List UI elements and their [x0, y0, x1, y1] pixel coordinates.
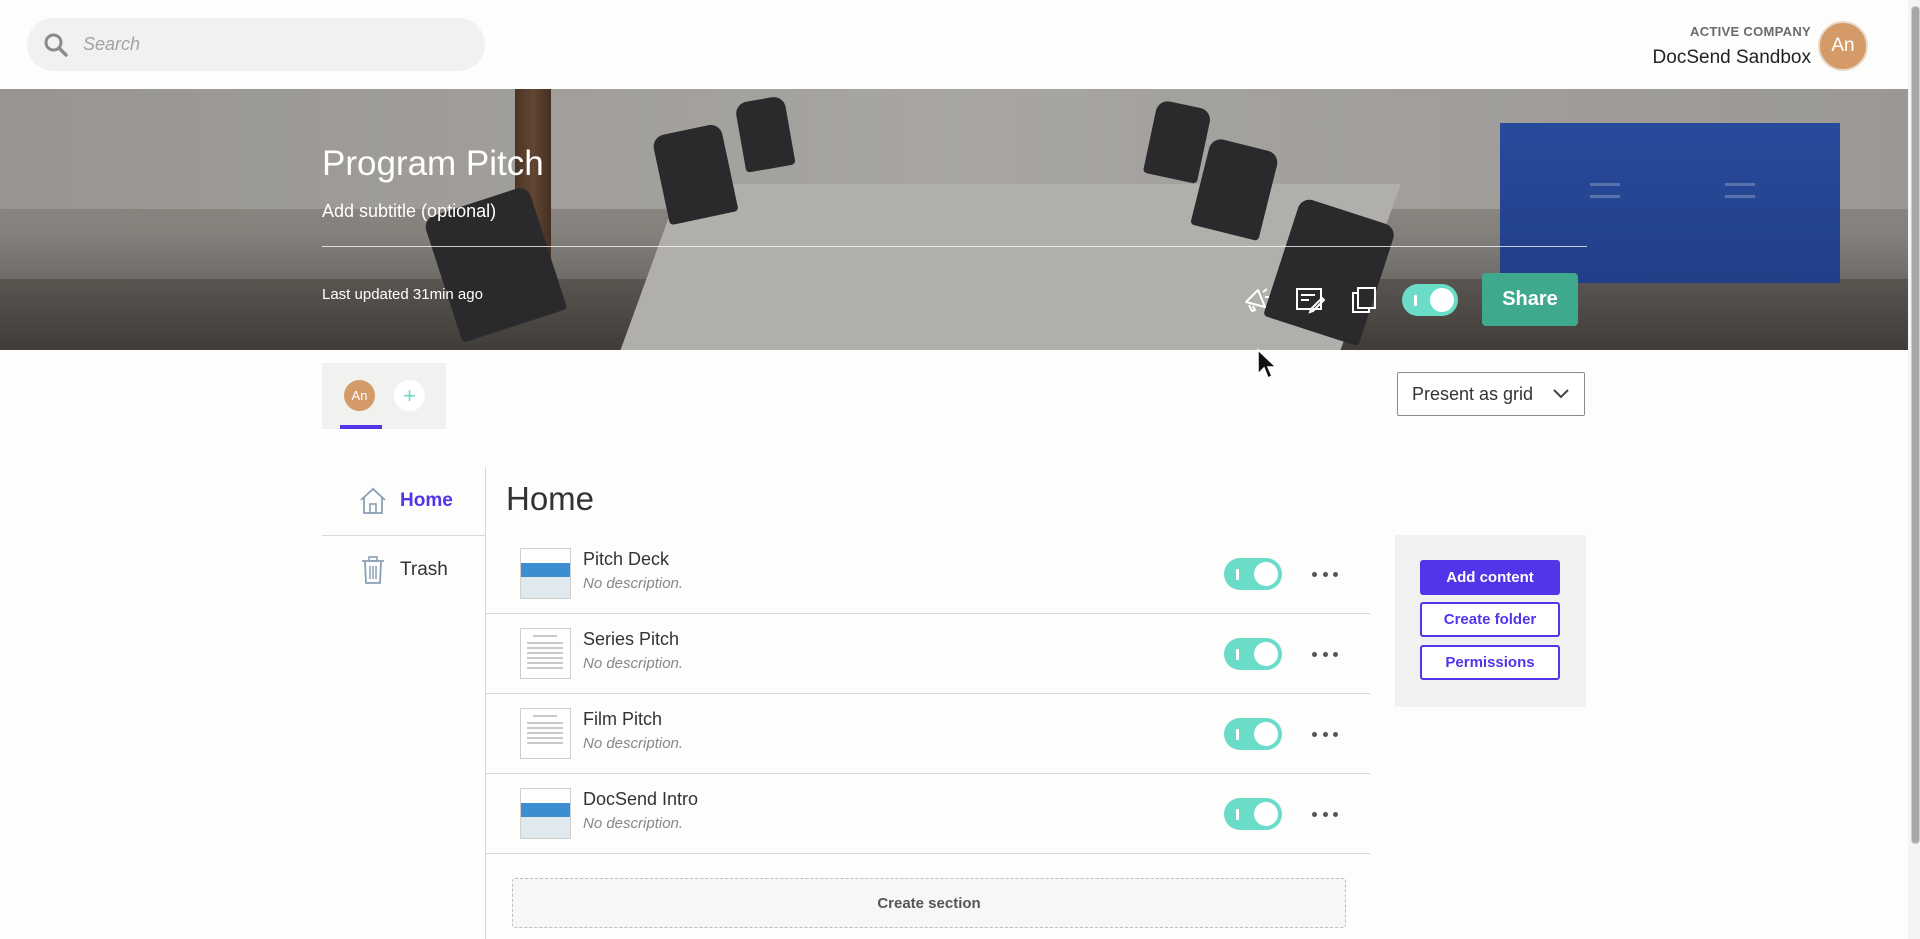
document-description: No description. — [583, 575, 684, 592]
page-scrollbar[interactable] — [1908, 0, 1920, 939]
document-row[interactable]: DocSend Intro No description. — [486, 774, 1370, 854]
document-description: No description. — [583, 655, 684, 672]
search-box[interactable]: Search — [27, 18, 485, 71]
title-divider — [322, 246, 1587, 247]
megaphone-icon[interactable] — [1240, 284, 1272, 316]
share-button[interactable]: Share — [1482, 273, 1578, 326]
document-row[interactable]: Film Pitch No description. — [486, 694, 1370, 774]
document-name[interactable]: DocSend Intro — [583, 789, 698, 810]
hero-overlay — [0, 89, 1908, 350]
section-title: Home — [506, 480, 595, 517]
nav-item-label: Trash — [400, 559, 448, 580]
more-options-icon[interactable] — [1312, 802, 1338, 826]
present-mode-value: Present as grid — [1412, 383, 1534, 404]
document-name[interactable]: Series Pitch — [583, 629, 679, 650]
home-icon — [360, 487, 386, 514]
hero-banner: Program Pitch Add subtitle (optional) La… — [0, 89, 1908, 350]
active-company[interactable]: ACTIVE COMPANY DocSend Sandbox — [1653, 24, 1811, 69]
active-collaborator-indicator — [340, 425, 382, 429]
active-company-label: ACTIVE COMPANY — [1690, 24, 1811, 39]
hero-toolbar: Share — [1240, 273, 1578, 326]
search-input[interactable]: Search — [83, 34, 140, 55]
document-enabled-toggle[interactable] — [1224, 638, 1282, 670]
document-thumbnail — [520, 548, 571, 599]
page-title[interactable]: Program Pitch — [322, 144, 544, 184]
top-bar: Search ACTIVE COMPANY DocSend Sandbox An — [0, 0, 1920, 89]
nav-item-trash[interactable]: Trash — [322, 536, 485, 604]
edit-form-icon[interactable] — [1294, 284, 1326, 316]
document-name[interactable]: Pitch Deck — [583, 549, 669, 570]
space-enabled-toggle[interactable] — [1402, 283, 1458, 316]
document-enabled-toggle[interactable] — [1224, 798, 1282, 830]
more-options-icon[interactable] — [1312, 562, 1338, 586]
document-row[interactable]: Pitch Deck No description. — [486, 534, 1370, 614]
chevron-down-icon — [1553, 389, 1569, 399]
collaborator-avatar[interactable]: An — [344, 380, 375, 411]
more-options-icon[interactable] — [1312, 722, 1338, 746]
scrollbar-thumb[interactable] — [1911, 6, 1920, 844]
permissions-button[interactable]: Permissions — [1420, 645, 1560, 680]
document-list: Pitch Deck No description. Series Pitch … — [486, 534, 1370, 854]
folder-nav: Home Trash — [322, 467, 485, 604]
document-description: No description. — [583, 815, 684, 832]
more-options-icon[interactable] — [1312, 642, 1338, 666]
document-row[interactable]: Series Pitch No description. — [486, 614, 1370, 694]
actions-panel: Add content Create folder Permissions — [1395, 535, 1586, 707]
toggle-knob — [1430, 287, 1454, 312]
subtitle-input[interactable]: Add subtitle (optional) — [322, 201, 496, 222]
nav-item-label: Home — [400, 490, 453, 511]
document-enabled-toggle[interactable] — [1224, 558, 1282, 590]
toggle-on-mark — [1414, 294, 1417, 306]
create-folder-button[interactable]: Create folder — [1420, 602, 1560, 637]
add-content-button[interactable]: Add content — [1420, 560, 1560, 595]
document-name[interactable]: Film Pitch — [583, 709, 662, 730]
create-section-button[interactable]: Create section — [512, 878, 1346, 928]
document-thumbnail — [520, 708, 571, 759]
active-company-name: DocSend Sandbox — [1652, 47, 1811, 68]
add-collaborator-button[interactable]: + — [394, 380, 425, 411]
mouse-cursor-icon — [1257, 348, 1278, 380]
document-enabled-toggle[interactable] — [1224, 718, 1282, 750]
search-icon — [44, 33, 68, 57]
copy-icon[interactable] — [1348, 284, 1380, 316]
last-updated-text: Last updated 31min ago — [322, 286, 483, 303]
document-thumbnail — [520, 628, 571, 679]
collaborators-bar: An + — [322, 363, 446, 429]
document-description: No description. — [583, 735, 684, 752]
nav-item-home[interactable]: Home — [322, 467, 485, 536]
present-mode-select[interactable]: Present as grid — [1397, 372, 1585, 416]
document-thumbnail — [520, 788, 571, 839]
trash-icon — [362, 556, 384, 584]
user-avatar[interactable]: An — [1818, 21, 1868, 71]
